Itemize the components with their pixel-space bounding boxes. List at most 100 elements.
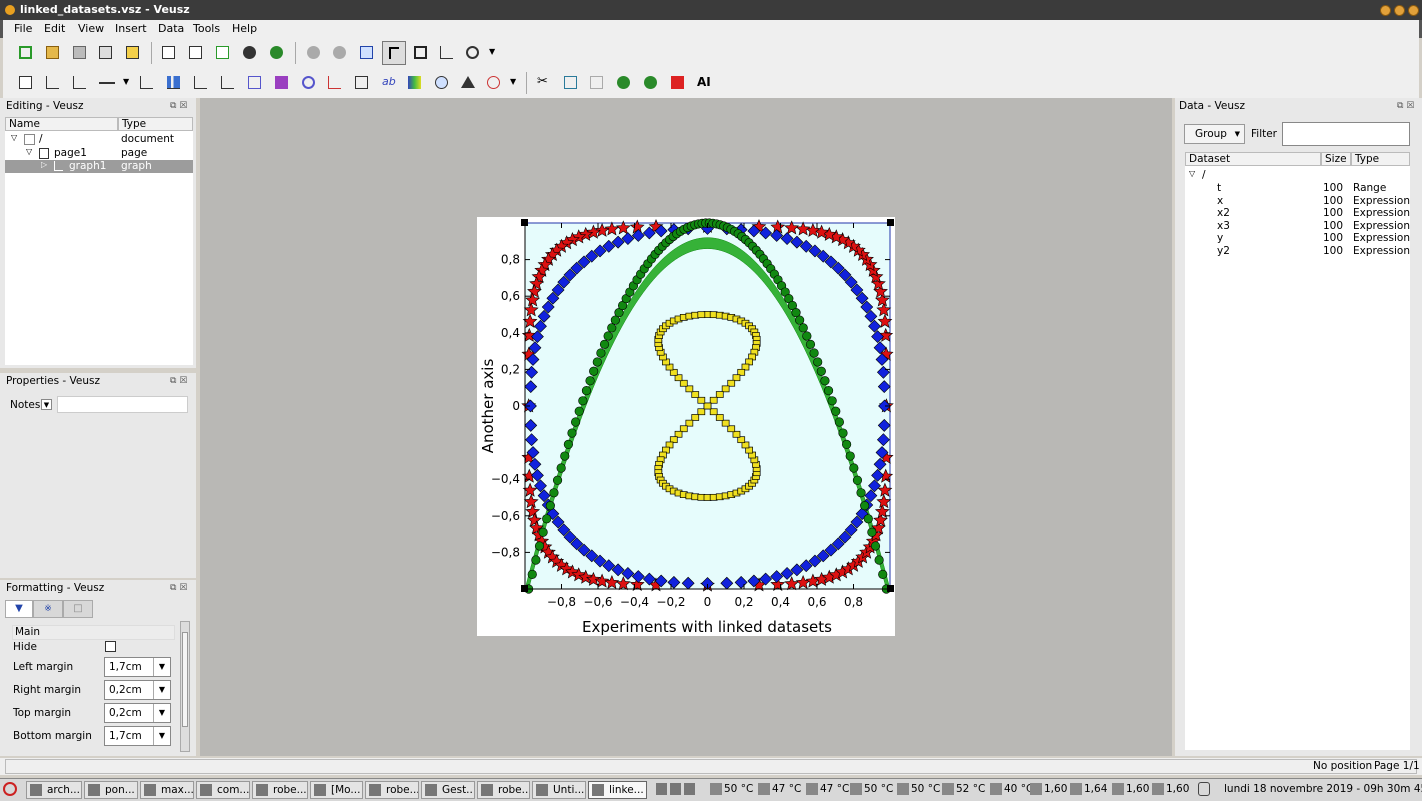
dataset-row[interactable]: y2 100 Expression — [1185, 245, 1410, 258]
zoom-menu-button[interactable] — [462, 42, 482, 62]
selection-handle[interactable] — [521, 585, 528, 592]
shape-dropdown-arrow-icon[interactable]: ▼ — [510, 77, 516, 86]
expand-arrow-icon[interactable]: ▽ — [26, 147, 32, 156]
select-pointer-button[interactable] — [382, 41, 406, 65]
copy-button[interactable] — [560, 72, 580, 92]
panel-float-close-icon[interactable]: ⧉ ☒ — [170, 583, 187, 593]
rename-button[interactable]: AI — [693, 72, 713, 92]
volume-icon[interactable] — [656, 783, 667, 795]
add-scatter-button[interactable] — [136, 72, 156, 92]
dropdown-arrow-icon[interactable]: ▼ — [153, 727, 170, 745]
search-icon[interactable] — [684, 783, 695, 795]
menu-file[interactable]: File — [14, 22, 32, 35]
column-header-name[interactable]: Name — [5, 117, 118, 131]
taskbar-task[interactable]: robe... — [252, 781, 308, 799]
add-polygon-button[interactable] — [457, 72, 477, 92]
dataset-row[interactable]: y 100 Expression — [1185, 232, 1410, 245]
add-shape-button[interactable] — [483, 72, 509, 92]
zoom-dropdown-arrow-icon[interactable]: ▼ — [489, 47, 495, 56]
create-dataset-button[interactable] — [212, 42, 232, 62]
pick-point-button[interactable] — [410, 42, 430, 62]
bottom-margin-field[interactable]: 1,7cm ▼ — [104, 726, 171, 746]
dataset-root-row[interactable]: ▽ / — [1185, 169, 1410, 182]
temperature-monitor[interactable]: 50 °C — [897, 783, 940, 795]
panel-float-close-icon[interactable]: ⧉ ☒ — [1397, 101, 1414, 111]
formatting-scrollbar[interactable] — [180, 621, 190, 752]
network-icon[interactable] — [670, 783, 681, 795]
dropdown-arrow-icon[interactable]: ▼ — [153, 704, 170, 722]
selection-handle[interactable] — [887, 219, 894, 226]
temperature-monitor[interactable]: 40 °C — [990, 783, 1033, 795]
temperature-monitor[interactable]: 50 °C — [850, 783, 893, 795]
dataset-row[interactable]: x2 100 Expression — [1185, 207, 1410, 220]
taskbar-task[interactable]: pon... — [84, 781, 138, 799]
dataset-row[interactable]: x3 100 Expression — [1185, 220, 1410, 233]
export-button[interactable] — [122, 42, 142, 62]
taskbar-task[interactable]: [Mo... — [310, 781, 363, 799]
plot-page[interactable]: −0,8 −0,6 −0,4 −0,2 0 0,2 0,4 0,6 0,8 0,8 0,6 0,4 0,… — [477, 217, 895, 636]
menu-view[interactable]: View — [78, 22, 104, 35]
tab-main-formatting[interactable]: ▼ — [5, 600, 33, 618]
selection-handle[interactable] — [887, 585, 894, 592]
taskbar-task[interactable]: arch... — [26, 781, 82, 799]
column-header-type[interactable]: Type — [118, 117, 193, 131]
tree-row-graph[interactable]: ▷ graph1 graph — [5, 160, 193, 173]
cpu-monitor[interactable]: 1,60 — [1112, 783, 1149, 795]
cpu-monitor[interactable]: 1,60 — [1030, 783, 1067, 795]
plot-graph[interactable]: −0,8 −0,6 −0,4 −0,2 0 0,2 0,4 0,6 0,8 0,8 0,6 0,4 0,… — [477, 217, 895, 636]
tree-row-document[interactable]: ▽ / document — [5, 133, 193, 146]
menu-help[interactable]: Help — [232, 22, 257, 35]
start-menu-icon[interactable] — [3, 782, 17, 796]
add-line-button[interactable] — [95, 72, 123, 92]
temperature-monitor[interactable]: 50 °C — [710, 783, 753, 795]
menu-insert[interactable]: Insert — [115, 22, 147, 35]
taskbar-task[interactable]: linke... — [588, 781, 647, 799]
expand-arrow-icon[interactable]: ▽ — [1189, 169, 1195, 178]
taskbar-task[interactable]: com... — [196, 781, 250, 799]
clock[interactable]: lundi 18 novembre 2019 - 09h 30m 45s — [1224, 783, 1422, 795]
zoom-graph-button[interactable] — [436, 42, 456, 62]
notes-dropdown-icon[interactable]: ▼ — [41, 399, 52, 410]
selection-handle[interactable] — [521, 219, 528, 226]
cut-button[interactable]: ✂ — [533, 72, 553, 92]
capture-data-button[interactable] — [239, 42, 259, 62]
expand-arrow-icon[interactable]: ▽ — [11, 133, 17, 142]
taskbar-task[interactable]: Gest... — [421, 781, 475, 799]
reload-data-button[interactable] — [266, 42, 286, 62]
filter-input[interactable] — [1282, 122, 1410, 146]
delete-button[interactable] — [667, 72, 687, 92]
tab-background[interactable]: ※ — [33, 600, 63, 618]
maximize-button[interactable] — [1394, 5, 1405, 16]
edit-data-button[interactable] — [185, 42, 205, 62]
next-page-button[interactable] — [329, 42, 349, 62]
menu-edit[interactable]: Edit — [44, 22, 65, 35]
group-dropdown[interactable]: Group ▼ — [1184, 124, 1245, 144]
add-function-button[interactable] — [217, 72, 237, 92]
power-icon[interactable] — [1198, 782, 1210, 796]
temperature-monitor[interactable]: 47 °C — [758, 783, 801, 795]
add-contour-button[interactable] — [298, 72, 318, 92]
move-up-button[interactable] — [613, 72, 633, 92]
add-page-button[interactable] — [15, 72, 35, 92]
dropdown-arrow-icon[interactable]: ▼ — [153, 681, 170, 699]
taskbar-task[interactable]: robe... — [477, 781, 530, 799]
open-button[interactable] — [42, 42, 62, 62]
paste-button[interactable] — [586, 72, 606, 92]
add-vector-field-button[interactable] — [324, 72, 344, 92]
hide-checkbox[interactable] — [105, 641, 116, 652]
add-axis-button[interactable] — [69, 72, 89, 92]
add-grid-button[interactable] — [42, 72, 62, 92]
column-header-type[interactable]: Type — [1351, 152, 1410, 166]
taskbar-task[interactable]: max... — [140, 781, 194, 799]
column-header-size[interactable]: Size — [1321, 152, 1351, 166]
close-button[interactable] — [1408, 5, 1419, 16]
dataset-row[interactable]: t 100 Range — [1185, 182, 1410, 195]
add-fit-button[interactable] — [190, 72, 210, 92]
add-boxplot-button[interactable] — [244, 72, 264, 92]
new-document-button[interactable] — [15, 42, 35, 62]
menu-data[interactable]: Data — [158, 22, 184, 35]
dropdown-arrow-icon[interactable]: ▼ — [153, 658, 170, 676]
add-key-button[interactable] — [351, 72, 371, 92]
add-colorbar-button[interactable] — [404, 72, 424, 92]
print-button[interactable] — [95, 42, 115, 62]
